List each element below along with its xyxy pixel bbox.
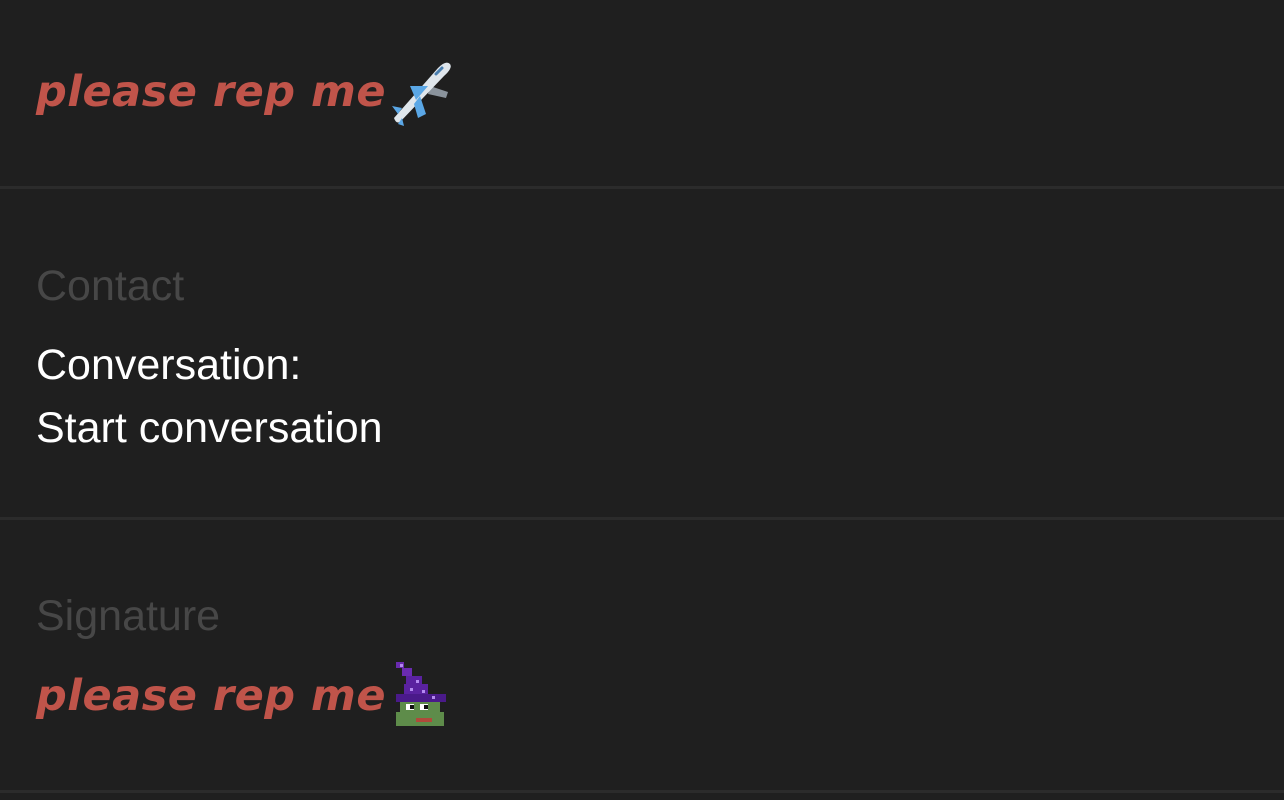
profile-name-text: please rep me [36,66,387,117]
signature-text-content: please rep me [36,670,387,721]
signature-label: Signature [36,592,221,640]
contact-label: Contact [36,262,185,310]
airplane-icon [386,56,454,128]
start-conversation-link[interactable]: Start conversation [36,407,383,450]
section-divider [0,790,1284,793]
contact-section: Contact Conversation: Start conversation [0,189,1284,517]
conversation-label: Conversation: [36,341,302,389]
profile-name: please rep me [36,56,454,128]
profile-header: please rep me [0,0,1284,186]
signature-text: please rep me [36,660,454,732]
signature-section: Signature please rep me [0,520,1284,790]
wizard-frog-icon [386,660,454,732]
